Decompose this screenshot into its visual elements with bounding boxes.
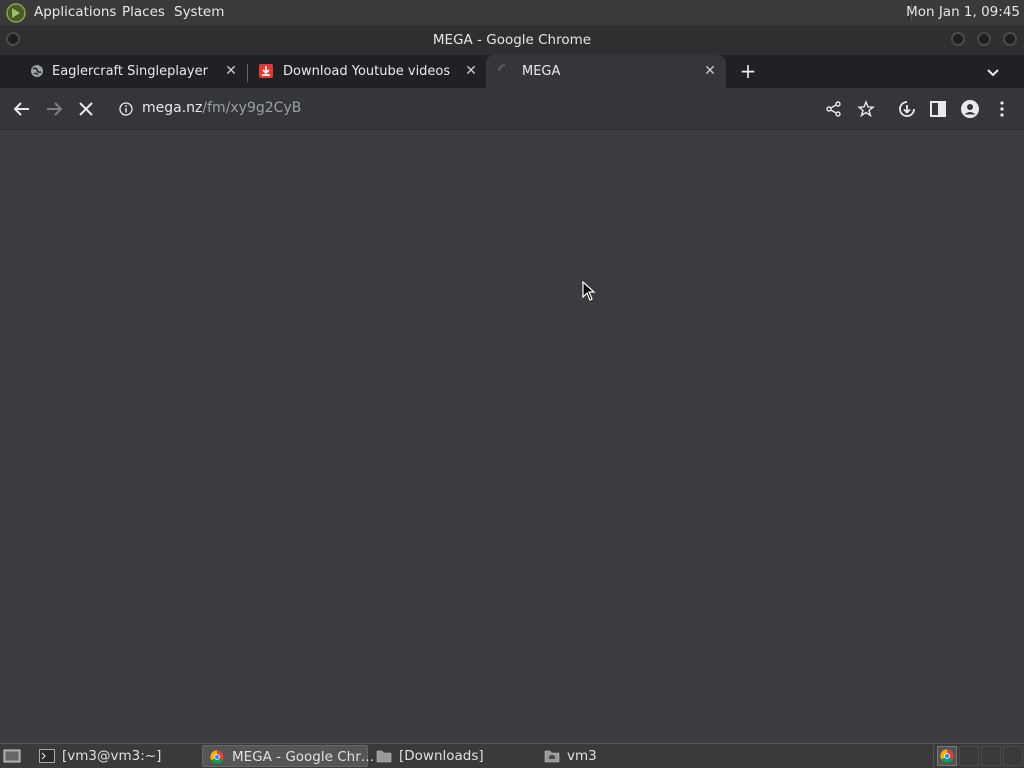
download-icon — [259, 64, 273, 78]
url-text[interactable]: mega.nz/fm/xy9g2CyB — [142, 100, 301, 116]
share-icon[interactable] — [824, 99, 844, 119]
places-menu[interactable]: Places — [122, 4, 165, 20]
download-status-icon[interactable] — [897, 99, 917, 119]
close-window-button[interactable] — [1003, 32, 1017, 46]
workspace-1[interactable] — [937, 746, 957, 766]
info-icon[interactable] — [119, 102, 133, 116]
kebab-menu-icon[interactable] — [992, 99, 1012, 119]
close-icon[interactable]: ✕ — [224, 64, 238, 78]
bottom-panel: [vm3@vm3:~] MEGA - Google Chr… [Download… — [0, 743, 1024, 768]
page-content[interactable] — [0, 130, 1024, 743]
url-host: mega.nz — [142, 100, 203, 116]
taskbar-item-terminal[interactable]: [vm3@vm3:~] — [33, 745, 199, 767]
forward-arrow-icon[interactable] — [44, 99, 64, 119]
top-panel: Applications Places System Mon Jan 1, 09… — [0, 0, 1024, 25]
taskbar-label: [Downloads] — [399, 748, 484, 764]
tab-download-youtube[interactable]: Download Youtube videos in 1 ✕ — [248, 55, 486, 88]
chrome-icon — [940, 749, 954, 763]
tab-eaglercraft[interactable]: Eaglercraft Singleplayer ✕ — [8, 55, 244, 88]
window-title: MEGA - Google Chrome — [432, 32, 592, 48]
globe-icon — [31, 65, 43, 77]
back-arrow-icon[interactable] — [12, 99, 32, 119]
address-bar[interactable]: mega.nz/fm/xy9g2CyB — [108, 93, 888, 125]
star-icon[interactable] — [856, 99, 876, 119]
url-path: /fm/xy9g2CyB — [202, 100, 302, 116]
loading-spinner-icon — [498, 64, 506, 72]
mate-logo-icon[interactable] — [5, 2, 27, 24]
applications-menu[interactable]: Applications — [34, 4, 116, 20]
system-menu[interactable]: System — [174, 4, 224, 20]
workspace-2[interactable] — [959, 746, 979, 766]
show-desktop-icon[interactable] — [3, 748, 21, 764]
tab-mega[interactable]: MEGA ✕ — [486, 55, 726, 88]
tab-strip: Eaglercraft Singleplayer ✕ Download Yout… — [0, 55, 1024, 88]
browser-toolbar: mega.nz/fm/xy9g2CyB — [0, 88, 1024, 130]
taskbar-item-vm3[interactable]: vm3 — [538, 745, 704, 767]
close-icon[interactable]: ✕ — [464, 64, 478, 78]
tab-label: MEGA — [522, 64, 561, 79]
profile-avatar-icon[interactable] — [960, 99, 980, 119]
taskbar-item-chrome[interactable]: MEGA - Google Chr… — [202, 745, 374, 767]
tab-label: Download Youtube videos in 1 — [283, 64, 453, 79]
window-titlebar[interactable]: MEGA - Google Chrome — [0, 25, 1024, 55]
taskbar-label: vm3 — [567, 748, 597, 764]
stop-loading-icon[interactable] — [76, 99, 96, 119]
taskbar-item-downloads[interactable]: [Downloads] — [370, 745, 536, 767]
chrome-icon — [210, 750, 224, 764]
taskbar-label: [vm3@vm3:~] — [62, 748, 162, 764]
taskbar-separator — [933, 745, 934, 767]
workspace-4[interactable] — [1003, 746, 1023, 766]
home-folder-icon — [544, 750, 560, 763]
folder-icon — [376, 750, 392, 763]
terminal-icon — [39, 749, 55, 763]
maximize-button[interactable] — [977, 32, 991, 46]
tab-label: Eaglercraft Singleplayer — [52, 64, 208, 79]
side-panel-icon[interactable] — [928, 99, 948, 119]
minimize-button[interactable] — [951, 32, 965, 46]
clock[interactable]: Mon Jan 1, 09:45 — [906, 4, 1020, 20]
taskbar-label: MEGA - Google Chr… — [232, 749, 375, 765]
workspace-3[interactable] — [981, 746, 1001, 766]
new-tab-button[interactable]: + — [738, 61, 758, 82]
close-icon[interactable]: ✕ — [703, 64, 717, 78]
mouse-cursor-icon — [582, 281, 596, 301]
chevron-down-icon[interactable] — [985, 64, 1001, 80]
